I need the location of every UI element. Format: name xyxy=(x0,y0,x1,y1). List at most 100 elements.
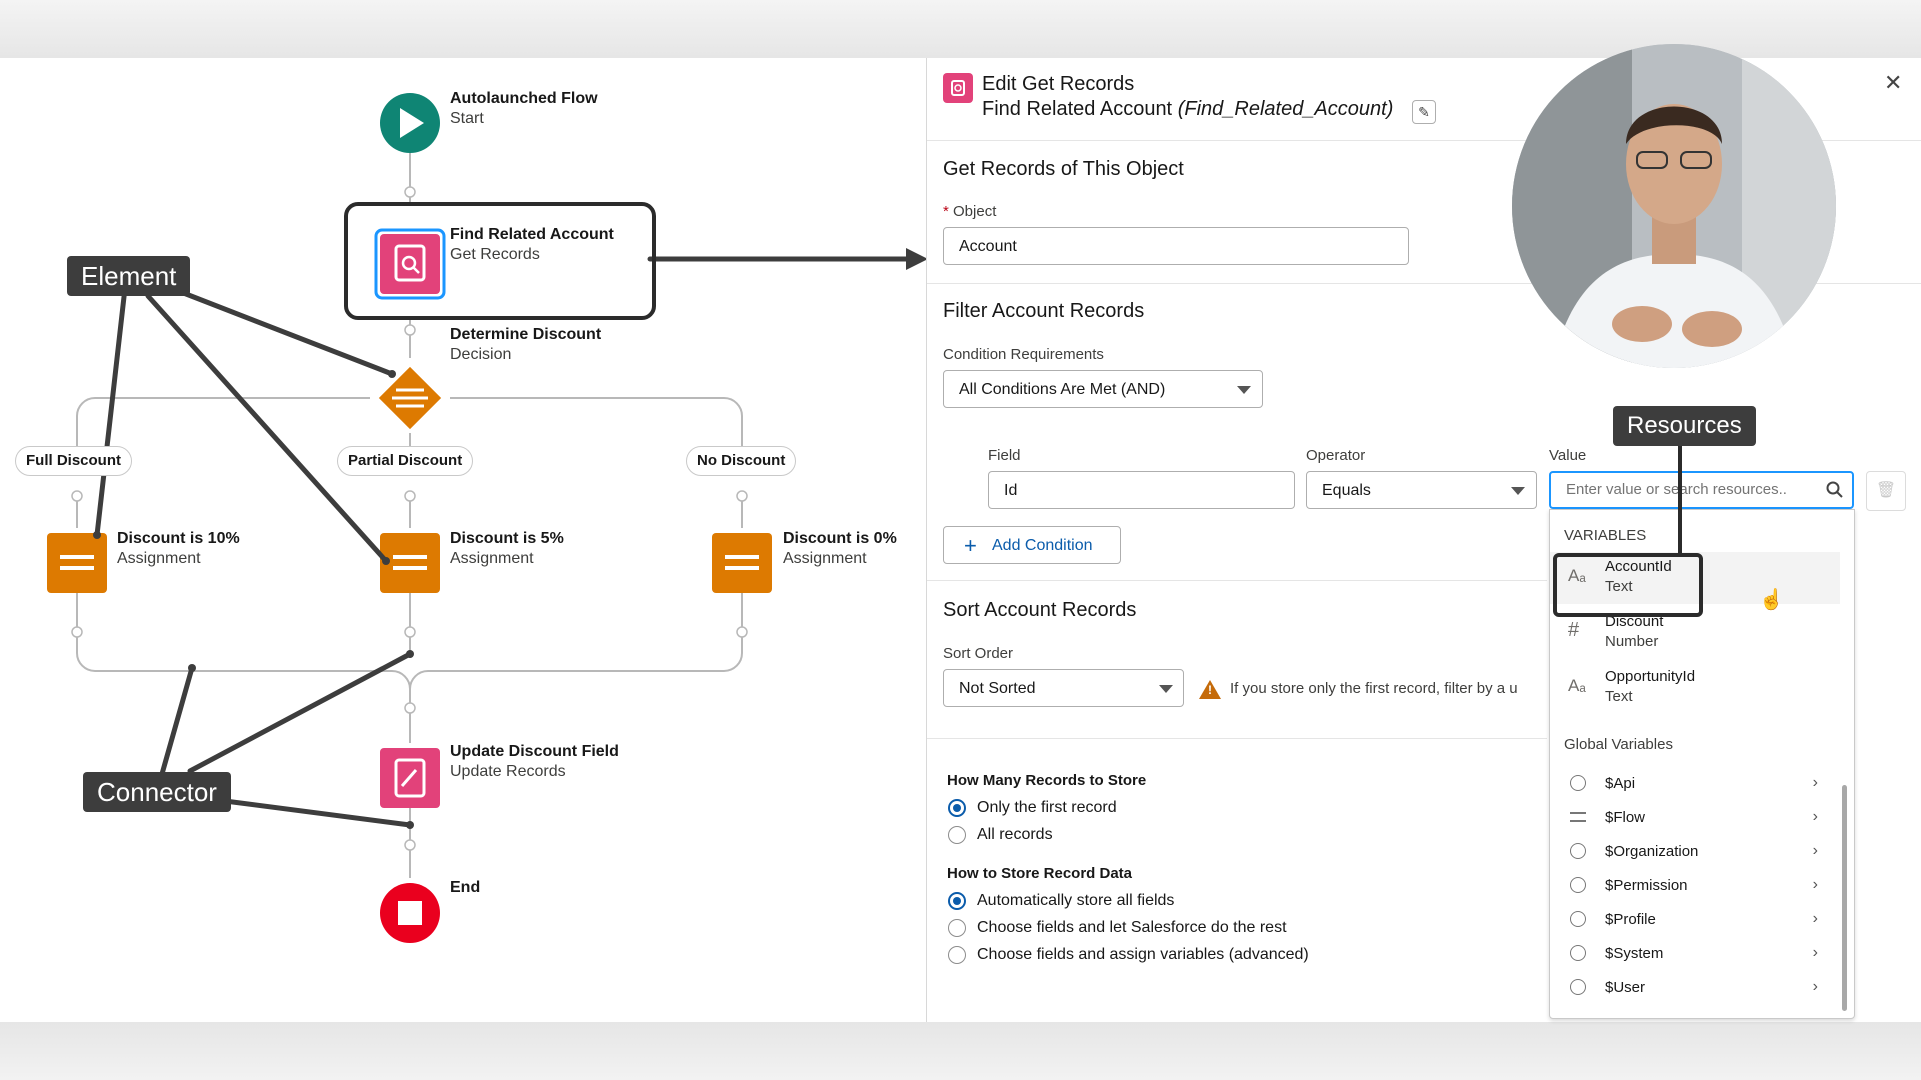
presenter-image xyxy=(1512,44,1836,368)
radio-choose-fields[interactable] xyxy=(948,919,966,937)
radio-all-records[interactable] xyxy=(948,826,966,844)
panel-title: Edit Get Records xyxy=(982,73,1135,95)
object-input[interactable]: Account xyxy=(943,227,1409,265)
edit-pencil-icon[interactable]: ✎ xyxy=(1412,100,1436,124)
field-label: Field xyxy=(988,447,1021,464)
search-icon[interactable] xyxy=(1826,481,1844,504)
add-condition-label: Add Condition xyxy=(992,537,1093,554)
globe-icon xyxy=(1570,979,1586,995)
global-variables-header: Global Variables xyxy=(1564,736,1673,753)
assignment-title-2: Discount is 5% xyxy=(450,530,564,547)
global-var-label: $System xyxy=(1605,945,1664,962)
how-store-label: How to Store Record Data xyxy=(947,865,1133,882)
flow-icon xyxy=(1570,812,1586,822)
get-records-icon xyxy=(943,73,973,103)
assignment-subtitle-1: Assignment xyxy=(117,550,201,567)
operator-select[interactable]: Equals xyxy=(1306,471,1537,509)
globe-icon xyxy=(1570,775,1586,791)
chevron-right-icon: › xyxy=(1812,808,1818,825)
add-condition-button[interactable]: + Add Condition xyxy=(943,526,1121,564)
close-icon[interactable]: ✕ xyxy=(1884,70,1902,96)
chevron-right-icon: › xyxy=(1812,842,1818,859)
end-label: End xyxy=(450,878,480,898)
start-title: Autolaunched Flow xyxy=(450,90,598,107)
element-api-name: (Find_Related_Account) xyxy=(1177,98,1394,120)
globe-icon xyxy=(1570,911,1586,927)
global-var-label: $Profile xyxy=(1605,911,1656,928)
assignment-label-2: Discount is 5% Assignment xyxy=(450,529,564,569)
global-var-label: $User xyxy=(1605,979,1646,996)
get-records-label: Find Related Account Get Records xyxy=(450,225,614,265)
global-var-label: $Api xyxy=(1605,775,1636,792)
number-type-icon: # xyxy=(1568,619,1580,641)
sort-order-select[interactable]: Not Sorted xyxy=(943,669,1184,707)
chevron-right-icon: › xyxy=(1812,944,1818,961)
get-records-title: Find Related Account xyxy=(450,226,614,243)
resource-item-opportunityid[interactable]: Aₐ OpportunityId Text xyxy=(1550,662,1840,714)
chevron-right-icon: › xyxy=(1812,876,1818,893)
assignment-node-1[interactable] xyxy=(47,533,107,593)
field-input[interactable]: Id xyxy=(988,471,1295,509)
presenter-video xyxy=(1512,44,1836,368)
element-label: Find Related Account xyxy=(982,98,1173,120)
assignment-title-3: Discount is 0% xyxy=(783,530,897,547)
globe-icon xyxy=(1570,945,1586,961)
global-var-system[interactable]: $System › xyxy=(1550,938,1840,972)
operator-label: Operator xyxy=(1306,447,1366,464)
chevron-right-icon: › xyxy=(1812,978,1818,995)
update-subtitle: Update Records xyxy=(450,763,566,780)
radio-choose-fields-label: Choose fields and let Salesforce do the … xyxy=(977,919,1287,936)
globe-icon xyxy=(1570,877,1586,893)
assignment-subtitle-3: Assignment xyxy=(783,550,867,567)
resource-name: OpportunityId xyxy=(1605,668,1696,685)
global-var-label: $Flow xyxy=(1605,809,1646,826)
resource-type: Text xyxy=(1605,688,1633,705)
value-search-input[interactable]: Enter value or search resources.. xyxy=(1549,471,1854,509)
section-filter-heading: Filter Account Records xyxy=(943,300,1145,322)
assignment-label-1: Discount is 10% Assignment xyxy=(117,529,240,569)
global-var-permission[interactable]: $Permission › xyxy=(1550,870,1840,904)
global-var-label: $Permission xyxy=(1605,877,1688,894)
update-label: Update Discount Field Update Records xyxy=(450,742,619,782)
chevron-right-icon: › xyxy=(1812,910,1818,927)
delete-condition-icon[interactable]: 🗑 xyxy=(1866,471,1906,511)
outcome-partial-discount[interactable]: Partial Discount xyxy=(337,446,474,476)
update-records-node[interactable] xyxy=(380,748,440,808)
variables-header: VARIABLES xyxy=(1564,527,1647,544)
decision-node[interactable] xyxy=(378,366,442,430)
warning-icon-mark: ! xyxy=(1208,683,1212,697)
global-var-user[interactable]: $User › xyxy=(1550,972,1840,1006)
section-sort-heading: Sort Account Records xyxy=(943,599,1137,621)
panel-subtitle: Find Related Account (Find_Related_Accou… xyxy=(982,98,1393,121)
radio-assign-variables[interactable] xyxy=(948,946,966,964)
radio-first-record[interactable] xyxy=(948,799,966,817)
radio-auto-store[interactable] xyxy=(948,892,966,910)
sort-order-label: Sort Order xyxy=(943,645,1014,662)
start-label: Autolaunched Flow Start xyxy=(450,89,598,129)
global-var-profile[interactable]: $Profile › xyxy=(1550,904,1840,938)
object-label: * Object xyxy=(943,203,996,220)
callout-resources: Resources xyxy=(1613,406,1756,446)
global-var-organization[interactable]: $Organization › xyxy=(1550,836,1840,870)
bottom-blur-band xyxy=(0,1022,1921,1080)
hand-cursor-icon: ☝ xyxy=(1759,589,1784,611)
condition-requirements-select[interactable]: All Conditions Are Met (AND) xyxy=(943,370,1263,408)
plus-icon: + xyxy=(964,533,977,558)
outcome-no-discount[interactable]: No Discount xyxy=(686,446,797,476)
end-node[interactable] xyxy=(380,883,440,943)
section-object-heading: Get Records of This Object xyxy=(943,158,1184,180)
global-var-flow[interactable]: $Flow › xyxy=(1550,802,1840,836)
resource-type: Number xyxy=(1605,633,1659,650)
object-label-text: Object xyxy=(953,203,997,220)
radio-all-records-label: All records xyxy=(977,826,1053,843)
accountid-highlight xyxy=(1553,553,1703,617)
resources-pointer-line xyxy=(1678,440,1682,555)
dropdown-scrollbar[interactable] xyxy=(1842,785,1847,1011)
assignment-subtitle-2: Assignment xyxy=(450,550,534,567)
assignment-node-3[interactable] xyxy=(712,533,772,593)
global-var-api[interactable]: $Api › xyxy=(1550,768,1840,802)
radio-assign-variables-label: Choose fields and assign variables (adva… xyxy=(977,946,1309,963)
outcome-full-discount[interactable]: Full Discount xyxy=(15,446,132,476)
chevron-down-icon xyxy=(1159,685,1173,693)
update-title: Update Discount Field xyxy=(450,743,619,760)
